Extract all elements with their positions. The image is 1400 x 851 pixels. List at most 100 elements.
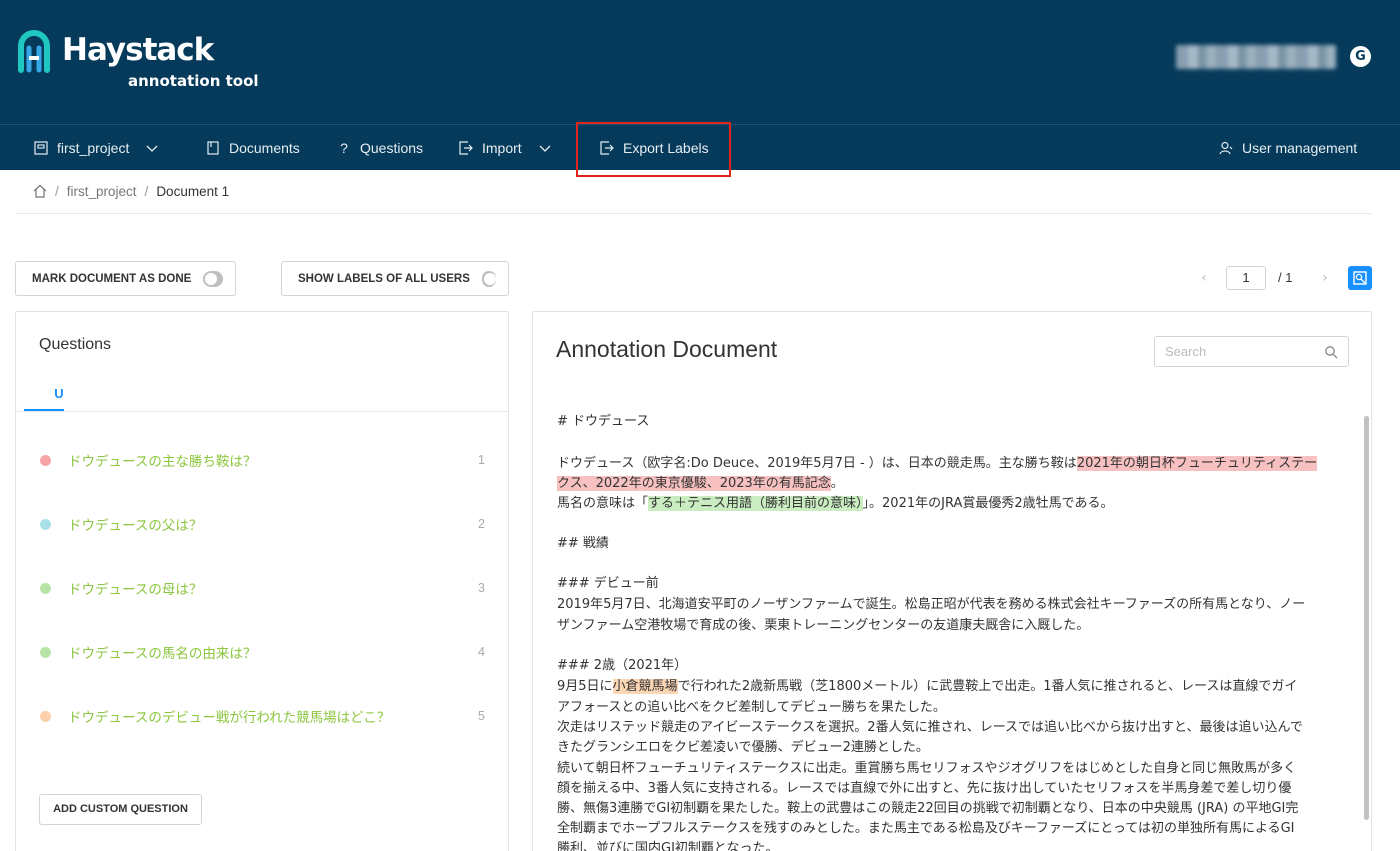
document-search[interactable] [1154,336,1349,367]
question-color-dot [40,518,51,530]
question-text: ドウデュースの主な勝ち鞍は？ [68,454,257,470]
question-text: ドウデュースの母は？ [68,582,203,598]
question-color-dot [40,710,51,722]
document-scrollbar[interactable] [1364,416,1369,820]
nav-questions[interactable]: ? Questions [337,125,423,171]
question-color-dot [40,582,51,594]
doc-line: 馬名の意味は「する＋テニス用語（勝利目前の意味）」。2021年のJRA賞最優秀2… [557,494,1114,514]
question-mark-icon: ? [340,140,348,156]
doc-text: 。 [830,476,844,491]
nav-documents-label: Documents [229,140,300,156]
show-labels-switch[interactable] [481,270,496,287]
breadcrumb: / first_project / Document 1 [33,181,229,201]
question-number: 4 [478,645,485,659]
breadcrumb-project[interactable]: first_project [67,184,137,199]
doc-line: 顔を揃える中、3番人気に支持される。レースでは直線で外に出すと、先に抜け出してい… [557,781,1292,796]
nav-user-management[interactable]: User management [1219,125,1357,171]
tab-u[interactable]: U [39,386,79,401]
mark-done-toggle[interactable]: MARK DOCUMENT AS DONE [15,261,236,296]
user-name-redacted [1176,45,1336,69]
doc-line: ### 2歳（2021年） [557,658,688,673]
tab-divider [16,411,508,412]
document-panel: Annotation Document # ドウデュース ドウデュース（欧字名:… [532,311,1372,851]
haystack-logo-icon [18,30,50,73]
search-document-icon [1353,271,1367,285]
question-number: 5 [478,709,485,723]
next-page-button[interactable]: › [1313,266,1337,290]
divider [15,213,1372,214]
breadcrumb-separator: / [55,183,59,199]
user-avatar-icon[interactable]: G [1350,46,1371,67]
mark-done-switch[interactable] [203,270,223,287]
brand-title: Haystack [62,32,214,68]
doc-text: ドウデュース（欧字名:Do Deuce、2019年5月7日 - ）は、日本の競走… [557,456,1077,471]
question-text: ドウデュースの父は？ [68,518,203,534]
doc-text: で行われた2歳新馬戦（芝1800メートル）に武豊鞍上で出走。1番人気に推されると… [677,679,1298,694]
question-number: 3 [478,581,485,595]
document-title: Annotation Document [556,336,778,362]
question-item[interactable]: ドウデュースのデビュー戦が行われた競馬場はどこ？ 5 [40,705,485,727]
nav-project-select[interactable]: first_project [34,125,158,171]
nav-user-management-label: User management [1242,140,1358,156]
question-item[interactable]: ドウデュースの主な勝ち鞍は？ 1 [40,449,485,471]
answer-highlight[interactable]: 小倉競馬場 [612,679,678,694]
questions-panel: Questions U ドウデュースの主な勝ち鞍は？ 1 ドウデュースの父は？ … [15,311,509,851]
user-management-icon [1219,141,1233,155]
question-text: ドウデュースの馬名の由来は？ [68,646,257,662]
nav-questions-label: Questions [360,140,424,156]
project-icon [34,141,48,155]
question-item[interactable]: ドウデュースの馬名の由来は？ 4 [40,641,485,663]
doc-line: # ドウデュース [557,414,650,429]
question-text: ドウデュースのデビュー戦が行われた競馬場はどこ？ [68,710,391,726]
open-document-button[interactable] [1348,266,1372,290]
breadcrumb-separator: / [144,183,149,199]
show-labels-label: SHOW LABELS OF ALL USERS [298,272,470,285]
document-icon [206,141,220,155]
doc-line: きたグランシエロをクビ差凌いで優勝、デビュー2連勝とした。 [557,740,929,755]
doc-text: 」。2021年のJRA賞最優秀2歳牡馬である。 [862,496,1114,511]
search-icon[interactable] [1324,345,1338,359]
add-custom-question-button[interactable]: ADD CUSTOM QUESTION [39,794,202,825]
questions-title: Questions [39,336,112,353]
top-header: Haystack annotation tool G [0,0,1400,124]
mark-done-label: MARK DOCUMENT AS DONE [32,272,192,285]
doc-line: 勝利、並びに国内GI初制覇となった。 [557,841,779,851]
breadcrumb-current: Document 1 [156,183,230,199]
question-item[interactable]: ドウデュースの母は？ 3 [40,577,485,599]
doc-text: 馬名の意味は「 [557,496,649,511]
prev-page-button[interactable]: ‹ [1192,266,1216,290]
page-number-input[interactable]: 1 [1226,266,1266,290]
chevron-down-icon [146,145,158,152]
nav-import-label: Import [482,140,522,156]
answer-highlight[interactable]: クス、2022年の東京優駿、2023年の有馬記念 [557,476,831,491]
nav-project-label: first_project [57,140,130,156]
question-number: 1 [478,453,485,467]
doc-line: 勝、無傷3連勝でGI初制覇を果たした。鞍上の武豊はこの競走22回目の挑戦で初制覇… [557,801,1299,816]
doc-line: アフォースとの追い比べをクビ差制してデビュー勝ちを果たした。 [557,700,946,715]
doc-text: 9月5日に [557,679,613,694]
question-number: 2 [478,517,485,531]
import-icon [459,141,473,155]
nav-documents[interactable]: Documents [206,125,300,171]
doc-line: 続いて朝日杯フューチュリティステークスに出走。重賞勝ち馬セリフォスやジオグリフを… [557,761,1297,776]
search-input[interactable] [1155,337,1305,366]
answer-highlight[interactable]: 2021年の朝日杯フューチュリティステー [1076,456,1318,471]
show-labels-toggle[interactable]: SHOW LABELS OF ALL USERS [281,261,509,296]
question-color-dot [40,454,51,466]
doc-line: ### デビュー前 [557,576,659,591]
doc-line: ## 戦績 [557,536,609,551]
question-item[interactable]: ドウデュースの父は？ 2 [40,513,485,535]
home-icon[interactable] [33,184,47,198]
chevron-down-icon [539,145,551,152]
haystack-logo[interactable]: Haystack annotation tool [15,26,275,96]
doc-line: 9月5日に小倉競馬場で行われた2歳新馬戦（芝1800メートル）に武豊鞍上で出走。… [557,677,1297,697]
doc-line: ザンファーム空港牧場で育成の後、栗東トレーニングセンターの友道康夫厩舎に入厩した… [557,618,1090,633]
doc-line: 次走はリステッド競走のアイビーステークスを選択。2番人気に推され、レースでは追い… [557,720,1303,735]
page-total: / 1 [1278,270,1293,285]
brand-subtitle: annotation tool [128,72,259,90]
nav-import[interactable]: Import [459,125,551,171]
doc-line: ドウデュース（欧字名:Do Deuce、2019年5月7日 - ）は、日本の競走… [557,454,1318,474]
doc-line: クス、2022年の東京優駿、2023年の有馬記念。 [557,474,844,494]
doc-line: 全制覇までホープフルステークスを残すのみとした。また馬主である松島及びキーファー… [557,821,1295,836]
answer-highlight[interactable]: する＋テニス用語（勝利目前の意味） [648,496,863,511]
